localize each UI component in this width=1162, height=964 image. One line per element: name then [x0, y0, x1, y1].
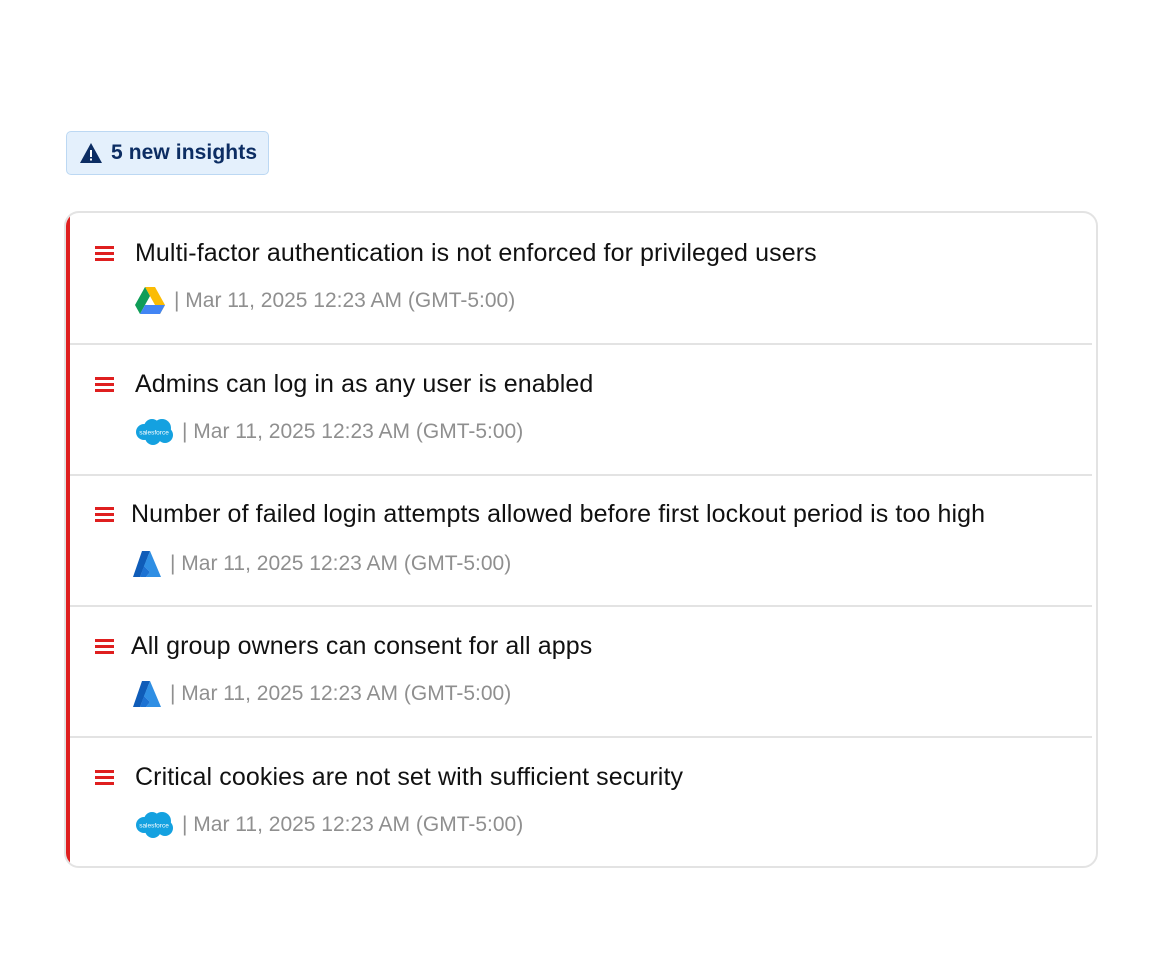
- salesforce-wordmark: salesforce: [139, 823, 169, 830]
- google-drive-icon: [134, 286, 166, 316]
- insight-title[interactable]: Number of failed login attempts allowed …: [131, 500, 985, 529]
- insight-timestamp: | Mar 11, 2025 12:23 AM (GMT-5:00): [174, 289, 516, 312]
- insight-timestamp: | Mar 11, 2025 12:23 AM (GMT-5:00): [170, 552, 512, 575]
- insight-meta: | Mar 11, 2025 12:23 AM (GMT-5:00): [134, 285, 515, 317]
- insight-meta: | Mar 11, 2025 12:23 AM (GMT-5:00): [132, 678, 511, 710]
- insight-meta: salesforce | Mar 11, 2025 12:23 AM (GMT-…: [134, 416, 523, 448]
- insight-title[interactable]: Admins can log in as any user is enabled: [135, 370, 593, 399]
- severity-high-icon: [95, 377, 114, 393]
- insights-badge-label: 5 new insights: [111, 141, 258, 164]
- severity-high-icon: [95, 246, 114, 262]
- insight-row[interactable]: All group owners can consent for all app…: [70, 606, 1092, 738]
- salesforce-icon: salesforce: [134, 811, 174, 839]
- severity-high-icon: [95, 770, 114, 786]
- insight-timestamp: | Mar 11, 2025 12:23 AM (GMT-5:00): [182, 813, 524, 836]
- insight-meta: salesforce | Mar 11, 2025 12:23 AM (GMT-…: [134, 809, 523, 841]
- salesforce-icon: salesforce: [134, 418, 174, 446]
- azure-icon: [132, 680, 162, 708]
- warning-icon: [80, 143, 102, 163]
- insight-row[interactable]: Critical cookies are not set with suffic…: [70, 737, 1092, 866]
- insight-timestamp: | Mar 11, 2025 12:23 AM (GMT-5:00): [170, 682, 512, 705]
- severity-high-icon: [95, 639, 114, 655]
- insight-timestamp: | Mar 11, 2025 12:23 AM (GMT-5:00): [182, 420, 524, 443]
- salesforce-wordmark: salesforce: [139, 430, 169, 437]
- insights-badge[interactable]: 5 new insights: [66, 131, 269, 175]
- insight-row[interactable]: Admins can log in as any user is enabled…: [70, 344, 1092, 476]
- insight-meta: | Mar 11, 2025 12:23 AM (GMT-5:00): [132, 548, 511, 580]
- insights-list: Multi-factor authentication is not enfor…: [64, 211, 1098, 868]
- insight-row[interactable]: Multi-factor authentication is not enfor…: [70, 213, 1092, 345]
- insight-title[interactable]: Critical cookies are not set with suffic…: [135, 763, 683, 792]
- insight-title[interactable]: All group owners can consent for all app…: [131, 632, 592, 661]
- azure-icon: [132, 550, 162, 578]
- insight-row[interactable]: Number of failed login attempts allowed …: [70, 475, 1092, 607]
- severity-high-icon: [95, 507, 114, 523]
- insight-title[interactable]: Multi-factor authentication is not enfor…: [135, 239, 817, 268]
